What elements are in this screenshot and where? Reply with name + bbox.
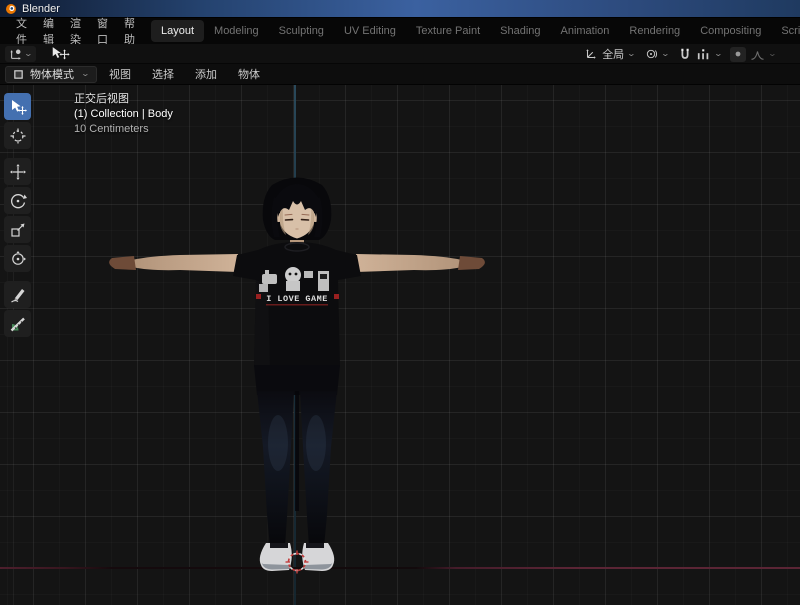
tab-texture-paint[interactable]: Texture Paint [406, 20, 490, 42]
chevron-down-icon: ⌄ [661, 50, 670, 58]
mode-label: 物体模式 [30, 66, 74, 82]
chevron-down-icon: ⌄ [768, 50, 777, 58]
character-left-hand [109, 256, 136, 270]
falloff-curve-icon[interactable] [750, 48, 765, 61]
object-mode-icon [13, 69, 24, 80]
transform-icon [9, 250, 27, 268]
tab-rendering[interactable]: Rendering [619, 20, 690, 42]
tab-sculpting[interactable]: Sculpting [269, 20, 334, 42]
viewport-menu-object[interactable]: 物体 [229, 64, 269, 84]
scale-icon [9, 221, 27, 239]
viewport-overlay-text: 正交后视图 (1) Collection | Body 10 Centimete… [74, 92, 173, 137]
menubar: 文件 编辑 渲染 窗口 帮助 Layout Modeling Sculpting… [0, 18, 800, 44]
cursor-3d-icon [9, 127, 27, 145]
tab-modeling[interactable]: Modeling [204, 20, 269, 42]
view-name-label: 正交后视图 [74, 92, 173, 107]
scene-canvas: I LOVE GAME [0, 85, 800, 605]
annotate-pen-icon [9, 286, 27, 304]
chevron-down-icon: ⌄ [24, 50, 33, 58]
chevron-down-icon: ⌄ [713, 50, 722, 58]
tool-measure[interactable] [4, 310, 31, 337]
tool-cursor-3d[interactable] [4, 122, 31, 149]
tab-shading[interactable]: Shading [490, 20, 550, 42]
mode-dropdown[interactable]: 物体模式 ⌄ [5, 66, 97, 83]
viewport-menu-view[interactable]: 视图 [100, 64, 140, 84]
tool-rotate[interactable] [4, 187, 31, 214]
pivot-point-icon [644, 47, 658, 61]
tool-select-tweak[interactable] [4, 93, 31, 120]
measure-ruler-icon [9, 315, 27, 333]
character-pants-hip [254, 365, 340, 395]
topbar: ⌄ 全局 ⌄ ⌄ [0, 44, 800, 64]
tool-shelf [4, 93, 31, 337]
tab-animation[interactable]: Animation [551, 20, 620, 42]
viewport-3d[interactable]: I LOVE GAME [0, 85, 800, 605]
magnet-snap-icon[interactable] [678, 47, 692, 61]
snap-increment-icon[interactable] [696, 48, 711, 61]
active-tool-indicator [50, 46, 70, 61]
editor-type-selector[interactable]: ⌄ [5, 46, 36, 62]
rotate-icon [9, 192, 27, 210]
viewport-header: 物体模式 ⌄ 视图 选择 添加 物体 [0, 64, 800, 85]
tab-scripting[interactable]: Scripting [771, 20, 800, 42]
tool-scale[interactable] [4, 216, 31, 243]
move-icon [9, 163, 27, 181]
character-right-arm [356, 254, 462, 272]
select-move-cursor-icon [50, 46, 70, 61]
tool-transform[interactable] [4, 245, 31, 272]
tab-compositing[interactable]: Compositing [690, 20, 771, 42]
select-tweak-icon [9, 98, 27, 116]
tool-annotate[interactable] [4, 281, 31, 308]
character-model[interactable]: I LOVE GAME [109, 178, 485, 572]
shirt-text: I LOVE GAME [266, 294, 328, 304]
orientation-label: 全局 [602, 46, 624, 62]
pivot-point-dropdown[interactable]: ⌄ [644, 47, 669, 61]
collection-label: (1) Collection | Body [74, 107, 173, 122]
proportional-editing-icon [733, 49, 743, 59]
proportional-edit-controls: ⌄ [730, 47, 776, 62]
tool-move[interactable] [4, 158, 31, 185]
chevron-down-icon: ⌄ [627, 50, 636, 58]
topbar-right-controls: 全局 ⌄ ⌄ ⌄ [584, 44, 776, 64]
character-left-arm [132, 254, 238, 272]
snap-controls: ⌄ [678, 47, 722, 61]
workspace-tabs: Layout Modeling Sculpting UV Editing Tex… [151, 20, 800, 42]
viewport-editor-icon [9, 47, 23, 61]
transform-orientation-dropdown[interactable]: 全局 ⌄ [584, 46, 635, 62]
chevron-down-icon: ⌄ [81, 70, 90, 78]
viewport-menu-select[interactable]: 选择 [143, 64, 183, 84]
proportional-editing-toggle[interactable] [730, 47, 746, 62]
orientation-axes-icon [584, 47, 598, 61]
viewport-menu-add[interactable]: 添加 [186, 64, 226, 84]
tab-layout[interactable]: Layout [151, 20, 204, 42]
tab-uv-editing[interactable]: UV Editing [334, 20, 406, 42]
grid-scale-label: 10 Centimeters [74, 122, 173, 137]
character-right-hand [458, 256, 485, 270]
